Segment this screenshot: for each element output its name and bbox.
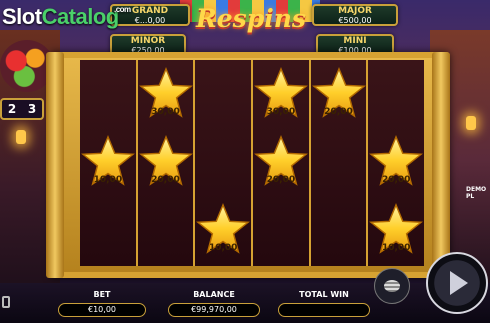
total-win-value: [278, 303, 370, 317]
respin-counter: 2 3: [0, 98, 44, 120]
frame-pillar-left: [46, 52, 64, 278]
sound-icon[interactable]: [2, 296, 10, 308]
reel-column: 30,00 20,00: [253, 60, 309, 266]
reel-column: 30,00 20,00: [137, 60, 194, 266]
watermark: SlotCatalog .com: [2, 4, 131, 30]
star-symbol: 10,00: [368, 196, 424, 262]
game-logo: Respins: [196, 4, 306, 33]
balance-label: BALANCE: [193, 290, 235, 299]
star-symbol: 10,00: [80, 128, 136, 194]
balance-value: €99,970,00: [168, 303, 260, 317]
star-symbol: 10,00: [195, 196, 251, 262]
star-value: 20,00: [266, 175, 296, 185]
star-value: 10,00: [93, 175, 123, 185]
star-value: 10,00: [208, 243, 238, 253]
respin-counter-digit: 2: [7, 102, 17, 116]
reel-column: 20,00 10,00: [368, 60, 425, 266]
spin-button[interactable]: [426, 252, 488, 314]
jackpot-mini-label: MINI: [343, 36, 367, 46]
star-icon: 20,00: [252, 135, 310, 187]
reel-column: 10,00: [80, 60, 136, 266]
respin-counter-digit: 3: [27, 102, 37, 116]
star-value: 10,00: [381, 243, 411, 253]
star-icon: 10,00: [194, 203, 252, 255]
star-icon: 20,00: [367, 135, 425, 187]
star-icon: 30,00: [137, 67, 195, 119]
watermark-suffix: .com: [114, 5, 131, 14]
bet-value[interactable]: €10,00: [58, 303, 146, 317]
coins-icon[interactable]: [374, 268, 410, 304]
reel-grid: 10,00 30,00 20,00 10,00 30,00 20,00 20,00 20,00…: [80, 60, 425, 266]
star-value: 30,00: [266, 107, 296, 117]
jackpot-major: MAJOR €500,00: [312, 4, 398, 26]
star-symbol: 20,00: [368, 128, 424, 194]
star-value: 20,00: [381, 175, 411, 185]
street-lamp-icon: [466, 116, 476, 130]
total-win-label: TOTAL WIN: [299, 290, 349, 299]
star-icon: 10,00: [367, 203, 425, 255]
bet-label: BET: [93, 290, 111, 299]
star-symbol: 20,00: [253, 128, 309, 194]
star-icon: 10,00: [79, 135, 137, 187]
watermark-brand-b: Catalog: [41, 4, 120, 29]
jackpot-major-label: MAJOR: [338, 6, 372, 16]
street-lamp-icon: [16, 130, 26, 144]
star-symbol: 20,00: [311, 60, 367, 126]
game-stage: GRAND €...0,00 MINOR €250,00 MAJOR €500,…: [0, 0, 490, 323]
star-symbol: 30,00: [138, 60, 194, 126]
jackpot-grand-value: €...0,00: [134, 16, 166, 25]
star-icon: 20,00: [310, 67, 368, 119]
star-symbol: 20,00: [138, 128, 194, 194]
reel-column: 20,00: [310, 60, 367, 266]
jackpot-minor-label: MINOR: [130, 36, 166, 46]
star-value: 20,00: [151, 175, 180, 185]
jackpot-major-value: €500,00: [338, 16, 372, 25]
star-value: 20,00: [324, 107, 353, 117]
star-icon: 30,00: [252, 67, 310, 119]
reel-column: 10,00: [195, 60, 252, 266]
frame-pillar-right: [432, 52, 450, 278]
star-value: 30,00: [151, 107, 180, 117]
bottom-bar: BET €10,00 BALANCE €99,970,00 TOTAL WIN: [0, 283, 490, 323]
star-symbol: 30,00: [253, 60, 309, 126]
spin-icon: [450, 271, 468, 295]
star-icon: 20,00: [137, 135, 195, 187]
watermark-brand-a: Slot: [2, 4, 42, 29]
demo-label: DEMO PL: [466, 186, 487, 200]
